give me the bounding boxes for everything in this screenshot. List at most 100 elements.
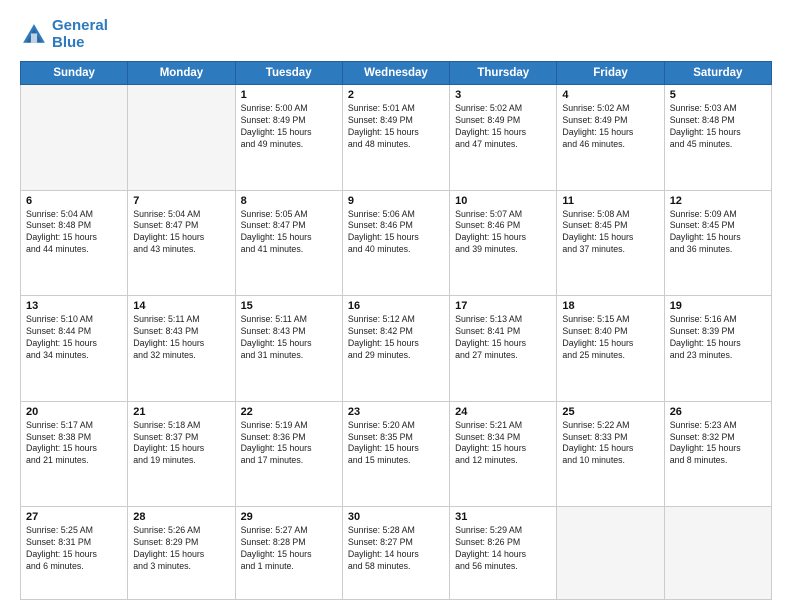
page: General Blue SundayMondayTuesdayWednesda… (0, 0, 792, 612)
cell-day-number: 13 (26, 300, 122, 312)
cell-day-number: 24 (455, 406, 551, 418)
calendar-cell: 20Sunrise: 5:17 AM Sunset: 8:38 PM Dayli… (21, 401, 128, 507)
cell-info: Sunrise: 5:22 AM Sunset: 8:33 PM Dayligh… (562, 420, 658, 468)
week-row-3: 13 Sunrise: 5:10 AM Sunset: 8:44 PM Dayli… (21, 296, 772, 402)
cell-info: Sunrise: 5:11 AM Sunset: 8:43 PM Dayligh… (241, 314, 337, 362)
cell-day-number: 15 (241, 300, 337, 312)
cell-info: Sunrise: 5:15 AM Sunset: 8:40 PM Dayligh… (562, 314, 658, 362)
cell-day-number: 2 (348, 89, 444, 101)
cell-day-number: 10 (455, 195, 551, 207)
cell-day-number: 5 (670, 89, 766, 101)
weekday-header-monday: Monday (128, 62, 235, 85)
calendar-cell: 18 Sunrise: 5:15 AM Sunset: 8:40 PM Dayli… (557, 296, 664, 402)
calendar-cell: 30Sunrise: 5:28 AM Sunset: 8:27 PM Dayli… (342, 507, 449, 600)
week-row-1: 1 Sunrise: 5:00 AM Sunset: 8:49 PM Daylig… (21, 85, 772, 191)
cell-info: Sunrise: 5:07 AM Sunset: 8:46 PM Dayligh… (455, 209, 551, 257)
calendar-cell: 6 Sunrise: 5:04 AM Sunset: 8:48 PM Daylig… (21, 190, 128, 296)
cell-info: Sunrise: 5:25 AM Sunset: 8:31 PM Dayligh… (26, 525, 122, 573)
cell-day-number: 19 (670, 300, 766, 312)
calendar-cell: 2 Sunrise: 5:01 AM Sunset: 8:49 PM Daylig… (342, 85, 449, 191)
cell-day-number: 8 (241, 195, 337, 207)
calendar-cell: 12 Sunrise: 5:09 AM Sunset: 8:45 PM Dayli… (664, 190, 771, 296)
calendar-cell (664, 507, 771, 600)
cell-info: Sunrise: 5:01 AM Sunset: 8:49 PM Dayligh… (348, 103, 444, 151)
weekday-header-row: SundayMondayTuesdayWednesdayThursdayFrid… (21, 62, 772, 85)
logo: General Blue (20, 18, 108, 51)
cell-day-number: 30 (348, 511, 444, 523)
calendar-cell: 13 Sunrise: 5:10 AM Sunset: 8:44 PM Dayli… (21, 296, 128, 402)
cell-day-number: 23 (348, 406, 444, 418)
calendar-cell: 15 Sunrise: 5:11 AM Sunset: 8:43 PM Dayli… (235, 296, 342, 402)
cell-info: Sunrise: 5:08 AM Sunset: 8:45 PM Dayligh… (562, 209, 658, 257)
weekday-header-tuesday: Tuesday (235, 62, 342, 85)
cell-day-number: 6 (26, 195, 122, 207)
cell-day-number: 1 (241, 89, 337, 101)
cell-day-number: 31 (455, 511, 551, 523)
cell-info: Sunrise: 5:10 AM Sunset: 8:44 PM Dayligh… (26, 314, 122, 362)
weekday-header-thursday: Thursday (450, 62, 557, 85)
cell-info: Sunrise: 5:04 AM Sunset: 8:47 PM Dayligh… (133, 209, 229, 257)
cell-info: Sunrise: 5:27 AM Sunset: 8:28 PM Dayligh… (241, 525, 337, 573)
cell-day-number: 7 (133, 195, 229, 207)
cell-day-number: 11 (562, 195, 658, 207)
cell-info: Sunrise: 5:21 AM Sunset: 8:34 PM Dayligh… (455, 420, 551, 468)
logo-text: General Blue (52, 18, 108, 51)
cell-info: Sunrise: 5:06 AM Sunset: 8:46 PM Dayligh… (348, 209, 444, 257)
calendar-cell: 4 Sunrise: 5:02 AM Sunset: 8:49 PM Daylig… (557, 85, 664, 191)
calendar-cell: 10 Sunrise: 5:07 AM Sunset: 8:46 PM Dayli… (450, 190, 557, 296)
calendar-cell: 24 Sunrise: 5:21 AM Sunset: 8:34 PM Dayli… (450, 401, 557, 507)
calendar-cell: 27 Sunrise: 5:25 AM Sunset: 8:31 PM Dayli… (21, 507, 128, 600)
calendar-cell: 11 Sunrise: 5:08 AM Sunset: 8:45 PM Dayli… (557, 190, 664, 296)
calendar-cell: 9Sunrise: 5:06 AM Sunset: 8:46 PM Daylig… (342, 190, 449, 296)
cell-info: Sunrise: 5:00 AM Sunset: 8:49 PM Dayligh… (241, 103, 337, 151)
week-row-4: 20Sunrise: 5:17 AM Sunset: 8:38 PM Dayli… (21, 401, 772, 507)
cell-info: Sunrise: 5:05 AM Sunset: 8:47 PM Dayligh… (241, 209, 337, 257)
calendar-table: SundayMondayTuesdayWednesdayThursdayFrid… (20, 61, 772, 600)
calendar-cell: 19 Sunrise: 5:16 AM Sunset: 8:39 PM Dayli… (664, 296, 771, 402)
cell-day-number: 21 (133, 406, 229, 418)
calendar-cell (557, 507, 664, 600)
calendar-cell: 17 Sunrise: 5:13 AM Sunset: 8:41 PM Dayli… (450, 296, 557, 402)
cell-day-number: 20 (26, 406, 122, 418)
calendar-cell: 7 Sunrise: 5:04 AM Sunset: 8:47 PM Daylig… (128, 190, 235, 296)
weekday-header-saturday: Saturday (664, 62, 771, 85)
cell-info: Sunrise: 5:03 AM Sunset: 8:48 PM Dayligh… (670, 103, 766, 151)
cell-day-number: 4 (562, 89, 658, 101)
calendar-cell: 28Sunrise: 5:26 AM Sunset: 8:29 PM Dayli… (128, 507, 235, 600)
weekday-header-friday: Friday (557, 62, 664, 85)
cell-info: Sunrise: 5:04 AM Sunset: 8:48 PM Dayligh… (26, 209, 122, 257)
cell-info: Sunrise: 5:20 AM Sunset: 8:35 PM Dayligh… (348, 420, 444, 468)
cell-info: Sunrise: 5:29 AM Sunset: 8:26 PM Dayligh… (455, 525, 551, 573)
cell-day-number: 25 (562, 406, 658, 418)
calendar-cell: 5 Sunrise: 5:03 AM Sunset: 8:48 PM Daylig… (664, 85, 771, 191)
calendar-cell: 14 Sunrise: 5:11 AM Sunset: 8:43 PM Dayli… (128, 296, 235, 402)
week-row-2: 6 Sunrise: 5:04 AM Sunset: 8:48 PM Daylig… (21, 190, 772, 296)
cell-info: Sunrise: 5:02 AM Sunset: 8:49 PM Dayligh… (455, 103, 551, 151)
weekday-header-sunday: Sunday (21, 62, 128, 85)
cell-day-number: 18 (562, 300, 658, 312)
cell-day-number: 22 (241, 406, 337, 418)
calendar-cell: 21Sunrise: 5:18 AM Sunset: 8:37 PM Dayli… (128, 401, 235, 507)
weekday-header-wednesday: Wednesday (342, 62, 449, 85)
cell-info: Sunrise: 5:11 AM Sunset: 8:43 PM Dayligh… (133, 314, 229, 362)
calendar-cell: 25 Sunrise: 5:22 AM Sunset: 8:33 PM Dayli… (557, 401, 664, 507)
cell-day-number: 29 (241, 511, 337, 523)
cell-day-number: 12 (670, 195, 766, 207)
cell-info: Sunrise: 5:19 AM Sunset: 8:36 PM Dayligh… (241, 420, 337, 468)
cell-info: Sunrise: 5:13 AM Sunset: 8:41 PM Dayligh… (455, 314, 551, 362)
calendar-cell: 26Sunrise: 5:23 AM Sunset: 8:32 PM Dayli… (664, 401, 771, 507)
logo-icon (20, 21, 48, 49)
cell-info: Sunrise: 5:09 AM Sunset: 8:45 PM Dayligh… (670, 209, 766, 257)
calendar-cell: 31 Sunrise: 5:29 AM Sunset: 8:26 PM Dayli… (450, 507, 557, 600)
calendar-cell (128, 85, 235, 191)
week-row-5: 27 Sunrise: 5:25 AM Sunset: 8:31 PM Dayli… (21, 507, 772, 600)
cell-info: Sunrise: 5:16 AM Sunset: 8:39 PM Dayligh… (670, 314, 766, 362)
cell-day-number: 28 (133, 511, 229, 523)
header: General Blue (20, 18, 772, 51)
calendar-cell: 16Sunrise: 5:12 AM Sunset: 8:42 PM Dayli… (342, 296, 449, 402)
cell-day-number: 17 (455, 300, 551, 312)
cell-info: Sunrise: 5:02 AM Sunset: 8:49 PM Dayligh… (562, 103, 658, 151)
cell-day-number: 27 (26, 511, 122, 523)
cell-day-number: 14 (133, 300, 229, 312)
calendar-cell: 29 Sunrise: 5:27 AM Sunset: 8:28 PM Dayli… (235, 507, 342, 600)
